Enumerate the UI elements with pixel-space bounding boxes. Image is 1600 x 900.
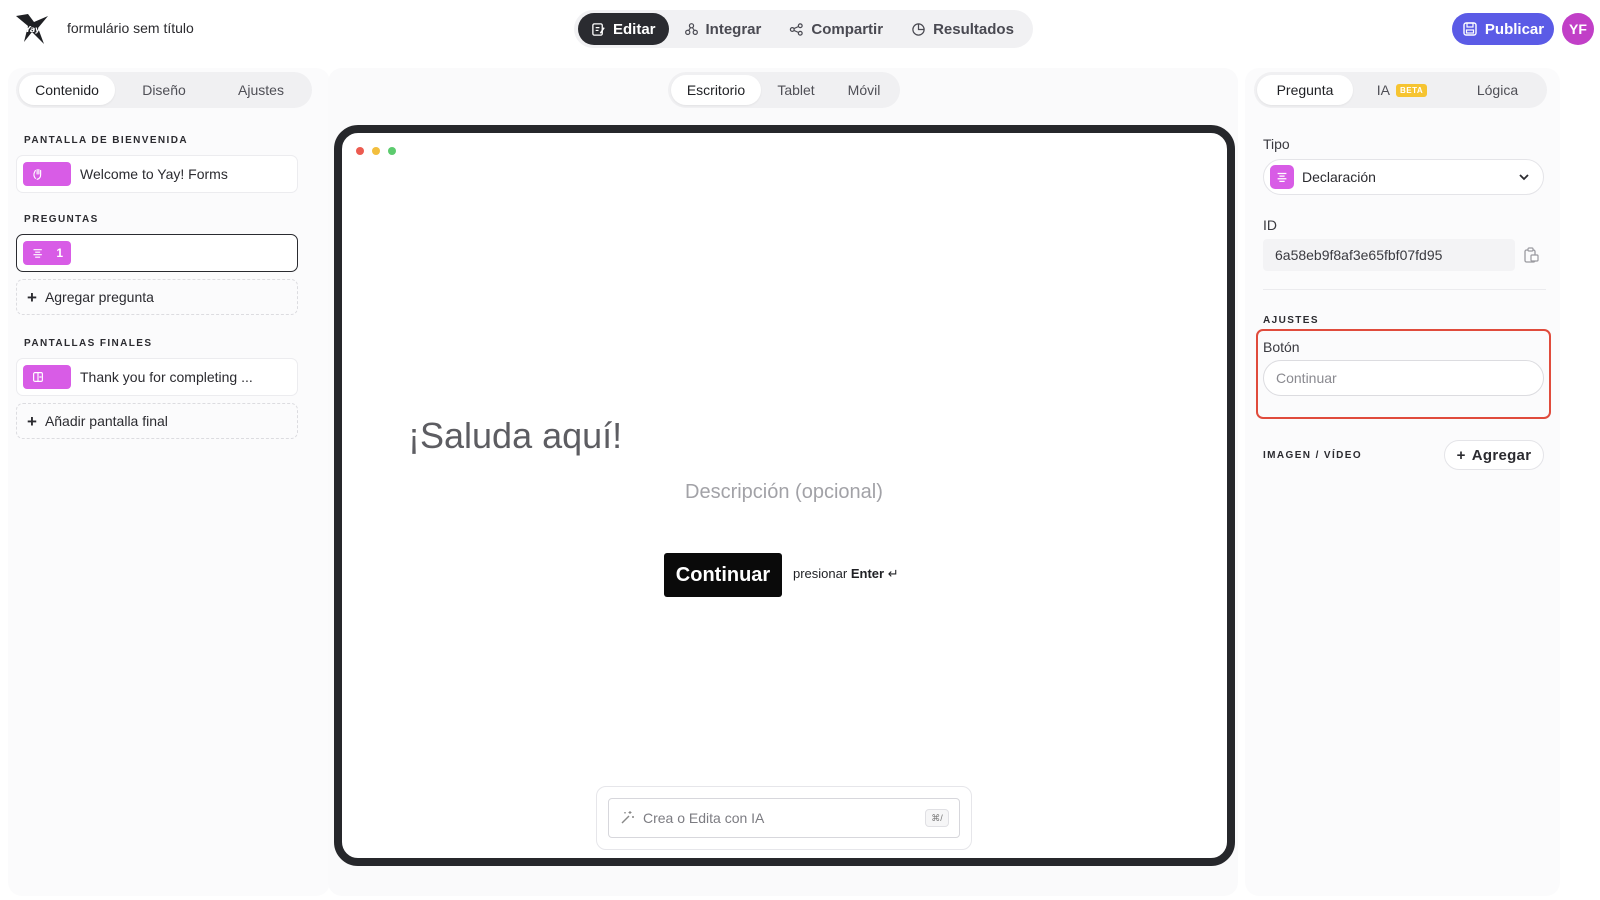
press-enter-hint: presionar Enter ↵ bbox=[793, 566, 899, 582]
beta-badge: BETA bbox=[1396, 83, 1428, 97]
statement-type-icon bbox=[1270, 165, 1294, 189]
red-dot-icon bbox=[356, 147, 364, 155]
plus-icon: + bbox=[27, 411, 37, 431]
magic-wand-icon bbox=[621, 811, 634, 824]
window-dots bbox=[356, 147, 396, 155]
button-text-input[interactable] bbox=[1263, 360, 1544, 396]
question-item[interactable]: 1 bbox=[16, 234, 298, 272]
ending-item-text: Thank you for completing ... bbox=[80, 369, 253, 385]
tab-integrar[interactable]: Integrar bbox=[671, 13, 775, 45]
tab-compartir-label: Compartir bbox=[811, 20, 884, 38]
desktop-preview-frame: ¡Saluda aquí! Descripción (opcional) Con… bbox=[334, 125, 1235, 866]
divider bbox=[1263, 289, 1546, 290]
tab-integrar-label: Integrar bbox=[705, 20, 762, 38]
plus-icon: + bbox=[27, 287, 37, 307]
tab-movil[interactable]: Móvil bbox=[831, 75, 897, 105]
yay-logo-icon[interactable]: Yay bbox=[14, 12, 50, 46]
settings-section-label: AJUSTES bbox=[1263, 315, 1319, 326]
ending-pill bbox=[23, 365, 71, 389]
edit-icon bbox=[592, 22, 605, 36]
tab-logica[interactable]: Lógica bbox=[1451, 75, 1544, 105]
press-key: Enter bbox=[850, 566, 885, 581]
tab-pregunta[interactable]: Pregunta bbox=[1257, 75, 1353, 105]
id-field[interactable]: 6a58eb9f8af3e65fbf07fd95 bbox=[1263, 239, 1515, 271]
exit-icon bbox=[33, 372, 43, 382]
type-value: Declaración bbox=[1302, 169, 1376, 185]
tab-compartir[interactable]: Compartir bbox=[776, 13, 896, 45]
welcome-screen-item[interactable]: Welcome to Yay! Forms bbox=[16, 155, 298, 193]
questions-section-label: PREGUNTAS bbox=[24, 214, 99, 225]
ai-prompt-container: Crea o Edita con IA ⌘/ bbox=[596, 786, 972, 850]
welcome-section-label: PANTALLA DE BIENVENIDA bbox=[24, 135, 188, 146]
share-icon bbox=[790, 22, 804, 36]
media-section-label: IMAGEN / VÍDEO bbox=[1263, 450, 1363, 461]
ending-screen-item[interactable]: Thank you for completing ... bbox=[16, 358, 298, 396]
preview-title[interactable]: ¡Saluda aquí! bbox=[408, 415, 622, 457]
add-question-label: Agregar pregunta bbox=[44, 289, 154, 305]
top-bar: Yay formulário sem título Editar Integra… bbox=[0, 0, 1600, 60]
tab-ia-label: IA bbox=[1376, 82, 1391, 98]
add-question-button[interactable]: + Agregar pregunta bbox=[16, 279, 298, 315]
add-ending-button[interactable]: + Añadir pantalla final bbox=[16, 403, 298, 439]
green-dot-icon bbox=[388, 147, 396, 155]
add-media-button[interactable]: + Agregar bbox=[1444, 440, 1544, 470]
tab-escritorio[interactable]: Escritorio bbox=[671, 75, 761, 105]
tab-editar[interactable]: Editar bbox=[578, 13, 669, 45]
ai-prompt-input[interactable]: Crea o Edita con IA ⌘/ bbox=[608, 798, 960, 838]
tab-contenido[interactable]: Contenido bbox=[19, 75, 115, 105]
copy-icon[interactable] bbox=[1522, 246, 1540, 264]
tab-diseno[interactable]: Diseño bbox=[115, 75, 213, 105]
tab-ajustes[interactable]: Ajustes bbox=[213, 75, 309, 105]
statement-icon bbox=[33, 249, 42, 258]
tab-tablet[interactable]: Tablet bbox=[761, 75, 831, 105]
device-tabs: Escritorio Tablet Móvil bbox=[668, 72, 900, 108]
hand-wave-icon bbox=[33, 169, 42, 180]
type-label: Tipo bbox=[1263, 136, 1290, 152]
add-media-label: Agregar bbox=[1471, 446, 1532, 464]
welcome-item-text: Welcome to Yay! Forms bbox=[80, 166, 228, 182]
endings-section-label: PANTALLAS FINALES bbox=[24, 338, 153, 349]
mode-tabs: Editar Integrar Compartir Resultados bbox=[574, 10, 1033, 48]
add-ending-label: Añadir pantalla final bbox=[44, 413, 168, 429]
form-title[interactable]: formulário sem título bbox=[67, 20, 194, 36]
preview-continue-button[interactable]: Continuar bbox=[664, 553, 782, 597]
tab-ia[interactable]: IA BETA bbox=[1353, 75, 1451, 105]
welcome-pill bbox=[23, 162, 71, 186]
preview-description[interactable]: Descripción (opcional) bbox=[685, 481, 883, 504]
right-tabs: Pregunta IA BETA Lógica bbox=[1254, 72, 1547, 108]
publish-label: Publicar bbox=[1484, 20, 1545, 38]
svg-text:Yay: Yay bbox=[25, 25, 41, 34]
tab-editar-label: Editar bbox=[613, 20, 656, 38]
type-select[interactable]: Declaración bbox=[1263, 159, 1544, 195]
left-tabs: Contenido Diseño Ajustes bbox=[16, 72, 312, 108]
chevron-down-icon bbox=[1519, 174, 1529, 181]
id-label: ID bbox=[1263, 217, 1277, 233]
save-icon bbox=[1463, 22, 1477, 36]
results-icon bbox=[912, 22, 925, 36]
press-prefix: presionar bbox=[793, 566, 848, 581]
question-pill: 1 bbox=[23, 241, 71, 265]
integrate-icon bbox=[684, 22, 698, 35]
ai-prompt-placeholder: Crea o Edita con IA bbox=[643, 810, 765, 826]
tab-resultados[interactable]: Resultados bbox=[898, 13, 1027, 45]
question-number: 1 bbox=[56, 246, 63, 260]
publish-button[interactable]: Publicar bbox=[1452, 13, 1554, 45]
ai-shortcut-key: ⌘/ bbox=[925, 809, 949, 827]
enter-icon: ↵ bbox=[887, 566, 899, 581]
tab-resultados-label: Resultados bbox=[933, 20, 1014, 38]
user-avatar[interactable]: YF bbox=[1562, 13, 1594, 45]
plus-icon: + bbox=[1456, 446, 1466, 464]
button-text-label: Botón bbox=[1263, 339, 1300, 355]
yellow-dot-icon bbox=[372, 147, 380, 155]
